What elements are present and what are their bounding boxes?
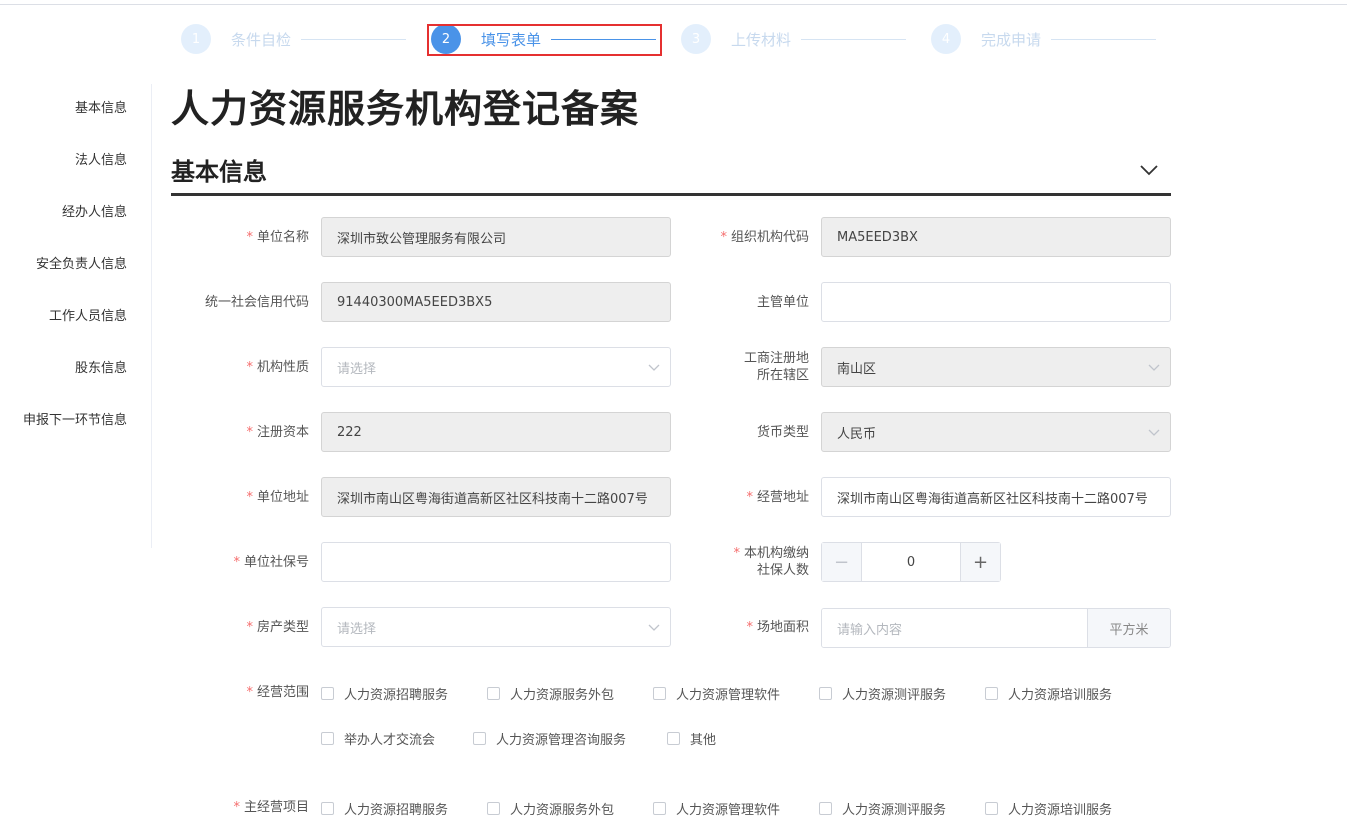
checkbox-box[interactable] — [653, 687, 666, 700]
currency-select[interactable]: 人民币 — [821, 412, 1171, 452]
checkbox-box[interactable] — [321, 687, 334, 700]
step-number: 1 — [181, 24, 211, 54]
currency-label: 货币类型 — [756, 425, 809, 440]
scope-checkbox[interactable]: 举办人才交流会 — [321, 729, 435, 748]
chevron-down-icon — [1148, 364, 1160, 371]
scope-checkbox[interactable]: 人力资源招聘服务 — [321, 684, 448, 703]
unit-name-label: * 单位名称 — [246, 230, 309, 245]
org-nature-label: * 机构性质 — [246, 360, 309, 375]
area-unit: 平方米 — [1087, 609, 1170, 647]
supervisor-input[interactable] — [821, 282, 1171, 322]
chevron-down-icon[interactable] — [1138, 160, 1160, 180]
insured-count-stepper[interactable]: − 0 + — [821, 542, 1001, 582]
area-label: * 场地面积 — [746, 620, 809, 635]
step-number: 4 — [931, 24, 961, 54]
area-input[interactable]: 请输入内容 — [822, 609, 1087, 647]
scope-checkbox[interactable]: 人力资源测评服务 — [819, 684, 946, 703]
social-no-input[interactable] — [321, 542, 671, 582]
step-4[interactable]: 4 完成申请 — [931, 24, 1157, 54]
credit-code-label: 统一社会信用代码 — [204, 295, 309, 310]
unit-address-field[interactable]: 深圳市南山区粤海街道高新区社区科技南十二路007号 — [321, 477, 671, 517]
insured-count-label: * 本机构缴纳 社保人数 — [733, 546, 809, 578]
nav-item-next-step[interactable]: 申报下一环节信息 — [23, 412, 127, 430]
nav-item-legal-person[interactable]: 法人信息 — [17, 152, 127, 170]
scope-checkbox[interactable]: 人力资源管理软件 — [653, 684, 780, 703]
chevron-down-icon — [1148, 429, 1160, 436]
property-type-select[interactable]: 请选择 — [321, 607, 671, 647]
page-title: 人力资源服务机构登记备案 — [171, 87, 640, 131]
org-nature-select[interactable]: 请选择 — [321, 347, 671, 387]
checkbox-box[interactable] — [985, 687, 998, 700]
social-no-label: * 单位社保号 — [233, 555, 309, 570]
capital-label: * 注册资本 — [246, 425, 309, 440]
checkbox-box[interactable] — [487, 687, 500, 700]
main-item-checkbox[interactable]: 人力资源管理软件 — [653, 799, 780, 818]
checkbox-box[interactable] — [667, 732, 680, 745]
main-item-checkbox[interactable]: 人力资源招聘服务 — [321, 799, 448, 818]
scope-checkbox[interactable]: 人力资源管理咨询服务 — [473, 729, 626, 748]
credit-code-field[interactable]: 91440300MA5EED3BX5 — [321, 282, 671, 322]
main-item-checkbox[interactable]: 人力资源培训服务 — [985, 799, 1112, 818]
org-code-field[interactable]: MA5EED3BX — [821, 217, 1171, 257]
property-type-label: * 房产类型 — [246, 620, 309, 635]
checkbox-box[interactable] — [487, 802, 500, 815]
checkbox-box[interactable] — [321, 802, 334, 815]
side-nav: 基本信息 法人信息 经办人信息 安全负责人信息 工作人员信息 股东信息 申报下一… — [0, 84, 152, 548]
scope-label: * 经营范围 — [246, 685, 309, 700]
step-connector — [801, 38, 907, 40]
biz-address-label: * 经营地址 — [746, 490, 809, 505]
step-label: 完成申请 — [981, 30, 1042, 49]
checkbox-box[interactable] — [473, 732, 486, 745]
chevron-down-icon — [648, 364, 660, 371]
district-select[interactable]: 南山区 — [821, 347, 1171, 387]
decrement-button[interactable]: − — [822, 543, 862, 581]
nav-item-basic-info[interactable]: 基本信息 — [17, 100, 127, 118]
unit-name-field[interactable]: 深圳市致公管理服务有限公司 — [321, 217, 671, 257]
capital-field[interactable]: 222 — [321, 412, 671, 452]
step-3[interactable]: 3 上传材料 — [681, 24, 907, 54]
checkbox-box[interactable] — [819, 687, 832, 700]
supervisor-label: 主管单位 — [756, 295, 809, 310]
nav-item-handler[interactable]: 经办人信息 — [17, 204, 127, 222]
step-1[interactable]: 1 条件自检 — [181, 24, 407, 54]
chevron-down-icon — [648, 624, 660, 631]
district-label: 工商注册地 所在辖区 — [743, 351, 809, 383]
scope-checkbox[interactable]: 人力资源培训服务 — [985, 684, 1112, 703]
biz-address-input[interactable]: 深圳市南山区粤海街道高新区社区科技南十二路007号 — [821, 477, 1171, 517]
main-items-label: * 主经营项目 — [233, 800, 309, 815]
main-item-checkbox[interactable]: 人力资源服务外包 — [487, 799, 614, 818]
current-step-highlight — [427, 24, 662, 56]
checkbox-box[interactable] — [653, 802, 666, 815]
increment-button[interactable]: + — [960, 543, 1000, 581]
stepper-value[interactable]: 0 — [862, 543, 960, 581]
scope-checkbox[interactable]: 其他 — [667, 729, 716, 748]
step-connector — [1051, 38, 1157, 40]
org-code-label: * 组织机构代码 — [720, 230, 809, 245]
area-input-group: 请输入内容 平方米 — [821, 608, 1171, 648]
checkbox-box[interactable] — [985, 802, 998, 815]
nav-item-staff[interactable]: 工作人员信息 — [17, 308, 127, 326]
step-connector — [301, 38, 407, 40]
section-title: 基本信息 — [171, 158, 267, 186]
checkbox-box[interactable] — [819, 802, 832, 815]
main-item-checkbox[interactable]: 人力资源测评服务 — [819, 799, 946, 818]
scope-checkbox[interactable]: 人力资源服务外包 — [487, 684, 614, 703]
progress-steps: 1 条件自检 2 填写表单 3 上传材料 4 完成申请 — [0, 0, 1347, 70]
section-divider — [171, 193, 1171, 196]
nav-item-safety-officer[interactable]: 安全负责人信息 — [17, 256, 127, 274]
checkbox-box[interactable] — [321, 732, 334, 745]
step-label: 条件自检 — [231, 30, 292, 49]
unit-address-label: * 单位地址 — [246, 490, 309, 505]
step-number: 3 — [681, 24, 711, 54]
nav-item-shareholders[interactable]: 股东信息 — [17, 360, 127, 378]
step-label: 上传材料 — [731, 30, 792, 49]
